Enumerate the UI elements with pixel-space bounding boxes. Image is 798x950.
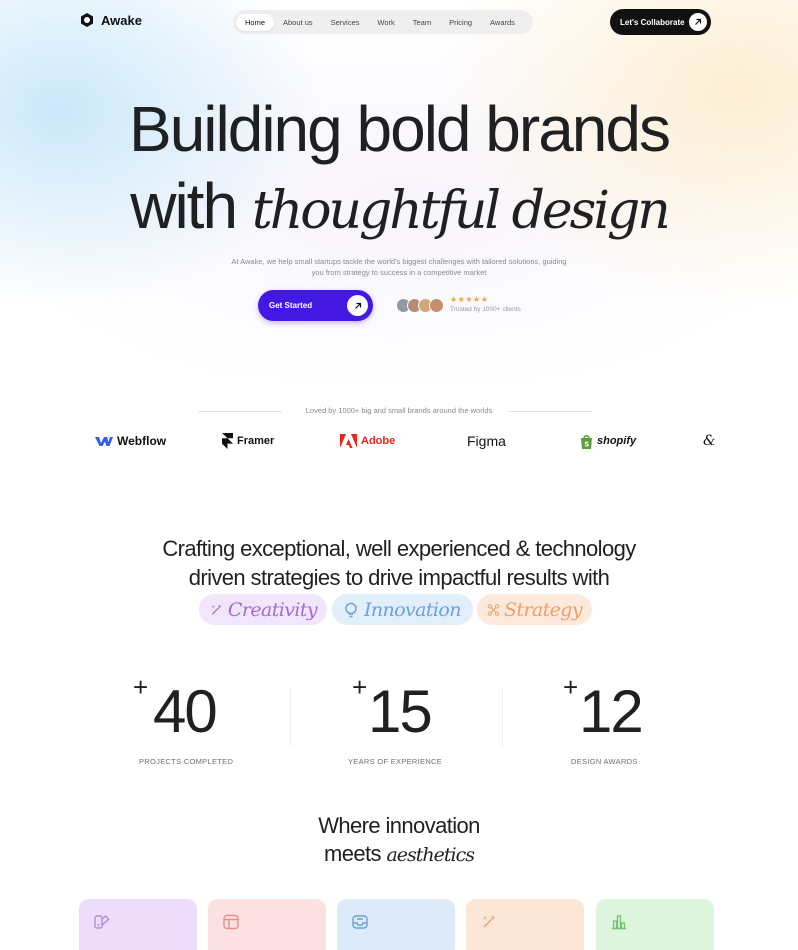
nav-item-pricing[interactable]: Pricing bbox=[440, 14, 481, 31]
ampersand-logo-icon: & bbox=[703, 433, 716, 449]
brand-webflow: Webflow bbox=[95, 432, 166, 450]
get-started-button[interactable]: Get Started bbox=[258, 290, 373, 321]
stat-label: YEARS OF EXPERIENCE bbox=[348, 757, 443, 766]
lightbulb-icon bbox=[345, 602, 357, 617]
hero-title-italic: thoughtful design bbox=[251, 181, 671, 241]
brand-name: shopify bbox=[597, 435, 637, 447]
brand-adobe: Adobe bbox=[340, 432, 395, 450]
stat-projects: + 40 PROJECTS COMPLETED bbox=[133, 672, 273, 772]
crafting-line1: Crafting exceptional, well experienced &… bbox=[162, 536, 636, 561]
framer-icon bbox=[222, 433, 233, 449]
where-line1: Where innovation bbox=[318, 813, 480, 838]
service-card[interactable] bbox=[79, 899, 197, 950]
brand-name: Framer bbox=[237, 435, 275, 447]
stat-years: + 15 YEARS OF EXPERIENCE bbox=[348, 672, 482, 772]
top-nav: Awake Home About us Services Work Team P… bbox=[0, 8, 798, 36]
nav-item-awards[interactable]: Awards bbox=[481, 14, 524, 31]
hero-title-plain: with bbox=[130, 170, 238, 242]
service-card[interactable] bbox=[208, 899, 326, 950]
rating-stars: ★★★★★ bbox=[450, 295, 489, 304]
stat-divider bbox=[502, 688, 503, 746]
nodes-icon bbox=[487, 603, 500, 616]
divider bbox=[508, 411, 592, 412]
crafting-heading: Crafting exceptional, well experienced &… bbox=[0, 534, 798, 592]
brand-name: Webflow bbox=[117, 434, 167, 448]
stat-value: 12 bbox=[579, 678, 644, 745]
brands-caption-text: Loved by 1000+ big and small brands arou… bbox=[305, 406, 493, 415]
nav-menu: Home About us Services Work Team Pricing… bbox=[233, 10, 533, 34]
where-heading: Where innovation meets aesthetics bbox=[0, 812, 798, 869]
stat-plus: + bbox=[133, 672, 149, 702]
magic-wand-icon bbox=[483, 915, 496, 928]
chip-creativity: Creativity bbox=[199, 594, 327, 625]
arrow-up-right-icon bbox=[689, 13, 707, 31]
chip-label: Creativity bbox=[227, 598, 318, 621]
lets-collaborate-label: Let's Collaborate bbox=[620, 17, 685, 27]
webflow-icon bbox=[95, 436, 113, 446]
service-card[interactable] bbox=[337, 899, 455, 950]
nav-item-services[interactable]: Services bbox=[322, 14, 369, 31]
shopify-bag-icon: S bbox=[581, 434, 592, 449]
stat-divider bbox=[290, 688, 291, 746]
brands-caption: Loved by 1000+ big and small brands arou… bbox=[0, 406, 798, 416]
brand-framer: Framer bbox=[222, 432, 274, 450]
nav-item-team[interactable]: Team bbox=[404, 14, 440, 31]
brand-kit-icon bbox=[94, 915, 110, 929]
brand-name: Figma bbox=[467, 433, 506, 449]
nav-item-work[interactable]: Work bbox=[368, 14, 403, 31]
brand-name: Adobe bbox=[361, 435, 396, 447]
chip-strategy: Strategy bbox=[477, 594, 592, 625]
hero-subtitle: At Awake, we help small startups tackle … bbox=[231, 257, 567, 277]
chip-label: Strategy bbox=[503, 598, 583, 621]
arrow-up-right-icon bbox=[347, 295, 368, 316]
crafting-line2: driven strategies to drive impactful res… bbox=[188, 565, 610, 590]
brand-shopify: S shopify bbox=[580, 432, 636, 450]
where-italic: aesthetics bbox=[386, 844, 475, 866]
nav-item-about[interactable]: About us bbox=[274, 14, 322, 31]
nav-item-home[interactable]: Home bbox=[236, 13, 275, 31]
get-started-label: Get Started bbox=[269, 301, 313, 310]
window-icon bbox=[223, 914, 239, 930]
logo-text: Awake bbox=[101, 12, 142, 28]
logo-icon bbox=[81, 13, 93, 27]
stat-awards: + 12 DESIGN AWARDS bbox=[563, 672, 693, 772]
magic-wand-icon bbox=[211, 603, 222, 615]
client-avatars bbox=[396, 298, 448, 314]
stat-value: 40 bbox=[153, 678, 218, 745]
inbox-icon bbox=[352, 915, 368, 929]
lets-collaborate-button[interactable]: Let's Collaborate bbox=[610, 9, 711, 35]
bar-chart-icon bbox=[612, 915, 626, 930]
where-plain: meets bbox=[324, 841, 382, 866]
stat-value: 15 bbox=[368, 678, 433, 745]
stat-plus: + bbox=[352, 672, 368, 702]
hero-title-line2: with thoughtful design bbox=[0, 170, 798, 247]
where-line2: meets aesthetics bbox=[0, 840, 798, 869]
avatar bbox=[429, 298, 444, 313]
chip-label: Innovation bbox=[364, 598, 461, 621]
hero-title-line1: Building bold brands bbox=[129, 93, 671, 165]
service-card[interactable] bbox=[466, 899, 584, 950]
logo[interactable]: Awake bbox=[79, 12, 142, 28]
stat-plus: + bbox=[563, 672, 579, 702]
stat-label: DESIGN AWARDS bbox=[571, 757, 638, 766]
stat-label: PROJECTS COMPLETED bbox=[139, 757, 234, 766]
chip-innovation: Innovation bbox=[332, 594, 473, 625]
adobe-icon bbox=[340, 434, 357, 448]
trusted-text: Trusted by 1000+ clients bbox=[450, 306, 521, 313]
brand-figma: Figma bbox=[467, 432, 506, 450]
service-card[interactable] bbox=[596, 899, 714, 950]
brand-logo-partial: & bbox=[703, 432, 715, 450]
svg-text:S: S bbox=[584, 440, 589, 448]
